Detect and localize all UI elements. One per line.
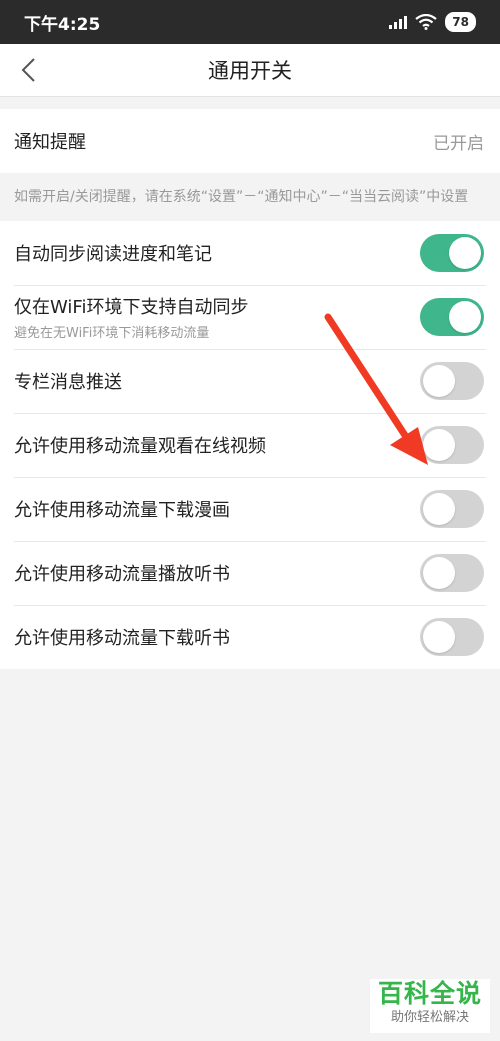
- toggle-knob: [423, 557, 455, 589]
- setting-text: 允许使用移动流量观看在线视频: [14, 432, 266, 458]
- watermark-subtitle: 助你轻松解决: [390, 1010, 469, 1025]
- notification-label: 通知提醒: [14, 132, 86, 153]
- toggle-switch[interactable]: [420, 618, 484, 656]
- setting-label: 允许使用移动流量下载漫画: [14, 500, 230, 521]
- watermark-logo: 百科全说 助你轻松解决: [370, 979, 490, 1033]
- status-bar: 下午4:25 78: [0, 0, 500, 44]
- signal-icon: [389, 15, 408, 29]
- notification-hint: 如需开启/关闭提醒，请在系统“设置”－“通知中心”－“当当云阅读”中设置: [0, 173, 500, 221]
- settings-list: 自动同步阅读进度和笔记仅在WiFi环境下支持自动同步避免在无WiFi环境下消耗移…: [0, 221, 500, 669]
- status-icons: 78: [389, 12, 476, 32]
- setting-description: 避免在无WiFi环境下消耗移动流量: [14, 326, 210, 341]
- setting-text: 仅在WiFi环境下支持自动同步避免在无WiFi环境下消耗移动流量: [14, 293, 248, 341]
- setting-text: 允许使用移动流量播放听书: [14, 560, 230, 586]
- setting-row: 允许使用移动流量观看在线视频: [0, 413, 500, 477]
- watermark-title: 百科全说: [377, 979, 482, 1008]
- status-time: 下午4:25: [24, 14, 101, 35]
- toggle-switch[interactable]: [420, 362, 484, 400]
- setting-row: 允许使用移动流量播放听书: [0, 541, 500, 605]
- toggle-switch[interactable]: [420, 554, 484, 592]
- setting-row: 仅在WiFi环境下支持自动同步避免在无WiFi环境下消耗移动流量: [0, 285, 500, 349]
- setting-text: 允许使用移动流量下载听书: [14, 624, 230, 650]
- notification-setting-row[interactable]: 通知提醒 已开启: [0, 109, 500, 173]
- toggle-switch[interactable]: [420, 298, 484, 336]
- setting-label: 允许使用移动流量观看在线视频: [14, 436, 266, 457]
- nav-bar: 通用开关: [0, 44, 500, 97]
- setting-text: 专栏消息推送: [14, 368, 122, 394]
- setting-label: 自动同步阅读进度和笔记: [14, 244, 212, 265]
- toggle-switch[interactable]: [420, 490, 484, 528]
- setting-row: 允许使用移动流量下载听书: [0, 605, 500, 669]
- setting-label: 允许使用移动流量下载听书: [14, 628, 230, 649]
- toggle-switch[interactable]: [420, 234, 484, 272]
- toggle-knob: [449, 237, 481, 269]
- setting-text: 自动同步阅读进度和笔记: [14, 240, 212, 266]
- notification-status: 已开启: [433, 133, 484, 154]
- toggle-switch[interactable]: [420, 426, 484, 464]
- toggle-knob: [423, 429, 455, 461]
- toggle-knob: [423, 621, 455, 653]
- battery-icon: 78: [445, 12, 476, 32]
- setting-row: 专栏消息推送: [0, 349, 500, 413]
- chevron-left-icon: [21, 58, 35, 82]
- setting-text: 允许使用移动流量下载漫画: [14, 496, 230, 522]
- wifi-icon: [415, 14, 437, 30]
- setting-label: 允许使用移动流量播放听书: [14, 564, 230, 585]
- toggle-knob: [449, 301, 481, 333]
- page-title: 通用开关: [208, 59, 292, 83]
- toggle-knob: [423, 493, 455, 525]
- back-button[interactable]: [10, 52, 46, 88]
- setting-row: 自动同步阅读进度和笔记: [0, 221, 500, 285]
- setting-row: 允许使用移动流量下载漫画: [0, 477, 500, 541]
- setting-label: 专栏消息推送: [14, 372, 122, 393]
- toggle-knob: [423, 365, 455, 397]
- setting-label: 仅在WiFi环境下支持自动同步: [14, 297, 249, 318]
